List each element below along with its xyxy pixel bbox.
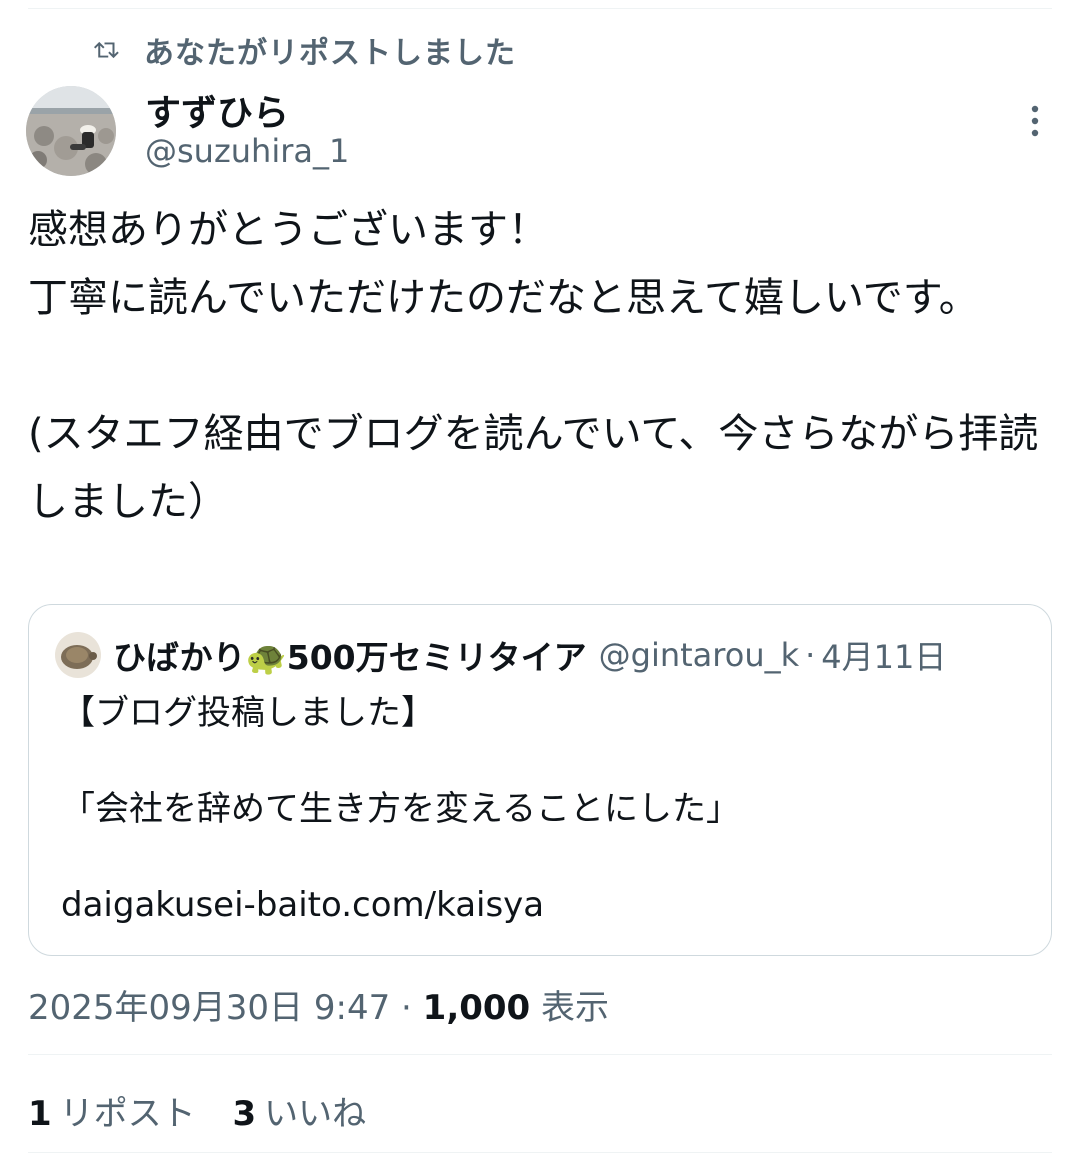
engagement-stats: 1 リポスト 3 いいね [28,1086,392,1135]
avatar-photo [26,86,116,176]
reposts-count: 1 [28,1094,52,1134]
quoted-tweet-text: 【ブログ投稿しました】 「会社を辞めて生き方を変えることにした」 daigaku… [61,693,740,925]
tweet-meta: 2025年09月30日 9:47 · 1,000 表示 [28,980,609,1029]
top-divider [28,8,1052,9]
more-options-icon[interactable] [1020,104,1050,138]
dot-separator: · [401,988,423,1028]
likes-label: いいね [264,1094,367,1134]
likes-stat[interactable]: 3 いいね [232,1094,392,1134]
quoted-tweet[interactable]: ひばかり🐢500万セミリタイア @gintarou_k · 4月11日 【ブログ… [28,604,1052,956]
divider [28,1152,1052,1153]
author-handle[interactable]: @suzuhira_1 [145,132,349,170]
author-name[interactable]: すずひら [145,84,289,136]
repost-banner-text: あなたがリポストしました [144,36,516,71]
dot-separator: · [805,636,816,674]
quoted-author-name[interactable]: ひばかり🐢500万セミリタイア [113,631,587,679]
likes-count: 3 [232,1094,257,1134]
reposts-label: リポスト [59,1094,196,1134]
tweet-timestamp[interactable]: 2025年09月30日 9:47 [28,988,390,1028]
quoted-author-handle[interactable]: @gintarou_k [599,636,799,674]
quoted-author-avatar[interactable] [55,632,101,678]
tweet-text: 感想ありがとうございます！ 丁寧に読んでいただけたのだなと思えて嬉しいです。 (… [28,207,1039,525]
repost-banner[interactable]: あなたがリポストしました [92,30,516,71]
quoted-tweet-header: ひばかり🐢500万セミリタイア @gintarou_k · 4月11日 [55,631,946,679]
divider [28,1054,1052,1055]
quoted-tweet-date[interactable]: 4月11日 [821,632,946,678]
views-count: 1,000 [422,988,531,1028]
views-label: 表示 [541,988,610,1028]
author-avatar[interactable] [26,86,116,176]
repost-icon [94,41,119,59]
turtle-avatar-image [55,632,101,678]
reposts-stat[interactable]: 1 リポスト [28,1094,222,1134]
